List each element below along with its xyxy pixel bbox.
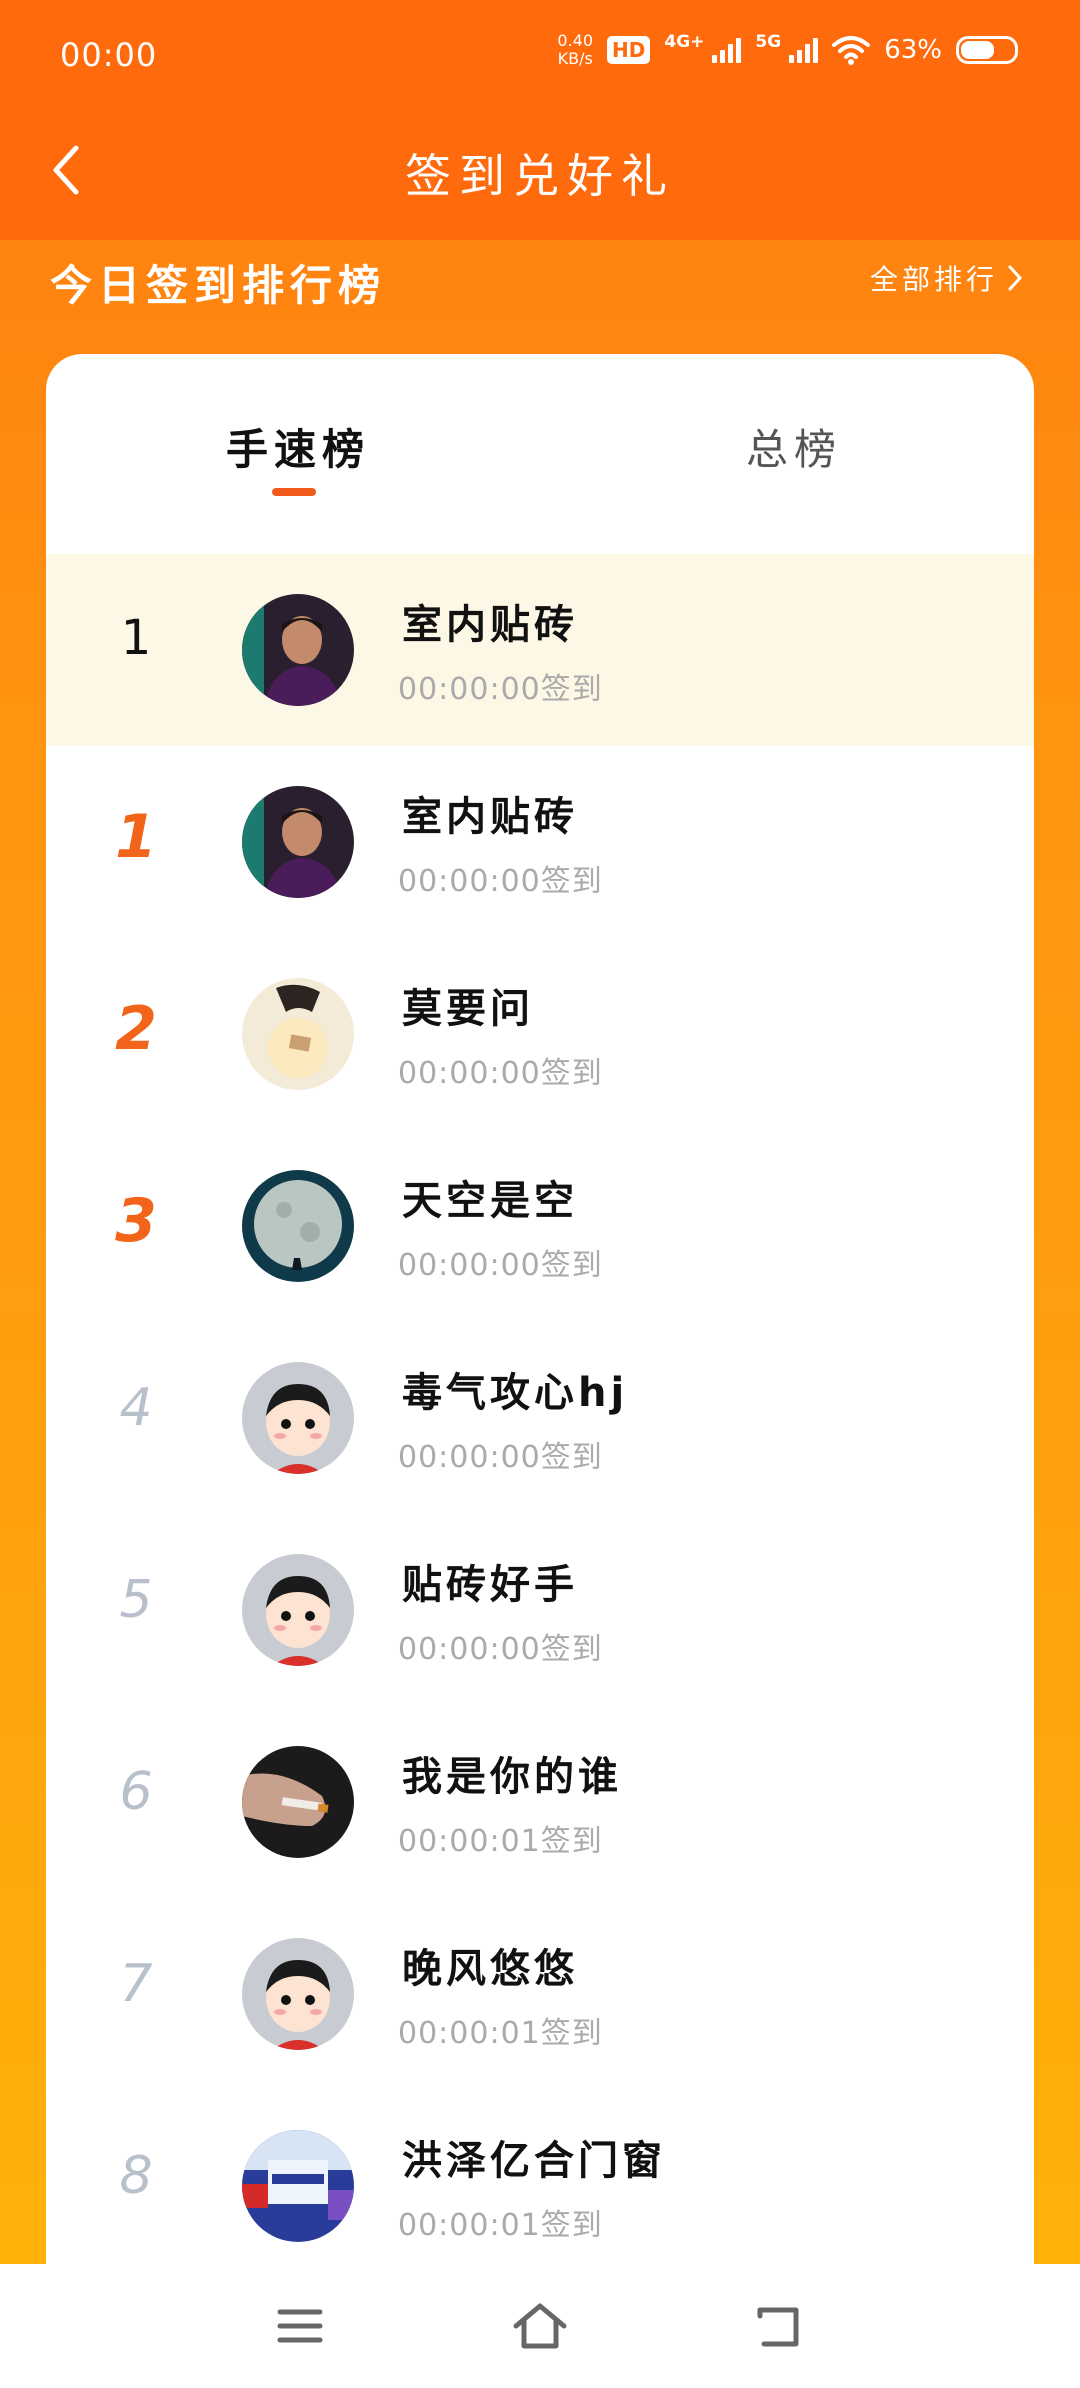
cartoon-kid-avatar bbox=[242, 1554, 354, 1666]
ranking-tabs: 手速榜 总榜 bbox=[46, 354, 1034, 554]
rank-number: 5 bbox=[119, 1570, 153, 1630]
menu-icon[interactable] bbox=[270, 2298, 330, 2354]
table-row[interactable]: 3 天空是空 00:00:00签到 bbox=[46, 1130, 1034, 1322]
back-icon[interactable] bbox=[750, 2298, 810, 2354]
all-ranking-label: 全部排行 bbox=[869, 263, 998, 296]
table-row[interactable]: 7 晚风悠悠 00:00:01签到 bbox=[46, 1898, 1034, 2090]
rank-number: 2 bbox=[96, 994, 186, 1064]
network-speed-unit: KB/s bbox=[557, 49, 593, 68]
man-portrait-avatar bbox=[242, 786, 354, 898]
user-name: 莫要问 bbox=[402, 986, 534, 1032]
page-title: 签到兑好礼 bbox=[405, 149, 675, 203]
network-speed: 0.40 KB/s bbox=[557, 32, 593, 68]
table-row[interactable]: 1 室内贴砖 00:00:00签到 bbox=[46, 746, 1034, 938]
moon-avatar bbox=[242, 1170, 354, 1282]
user-name: 室内贴砖 bbox=[402, 602, 578, 648]
rank-number: 1 bbox=[120, 610, 152, 666]
table-row[interactable]: 8 洪泽亿合门窗 00:00:01签到 bbox=[46, 2090, 1034, 2264]
user-name: 毒气攻心hj bbox=[402, 1370, 629, 1416]
checkin-time: 00:00:00签到 bbox=[398, 1440, 603, 1475]
hand-cigarette-avatar bbox=[242, 1746, 354, 1858]
all-ranking-link[interactable]: 全部排行 bbox=[870, 258, 1024, 298]
system-nav-bar bbox=[0, 2264, 1080, 2388]
ranking-card: 手速榜 总榜 1 室内贴砖 00:00:00签到 1 室内贴砖 00:00:00… bbox=[46, 354, 1034, 2264]
user-name: 室内贴砖 bbox=[402, 794, 578, 840]
cartoon-kid-avatar bbox=[242, 1938, 354, 2050]
user-name: 天空是空 bbox=[402, 1178, 578, 1224]
table-row[interactable]: 6 我是你的谁 00:00:01签到 bbox=[46, 1706, 1034, 1898]
status-bar: 00:00 0.40 KB/s HD 4G+ 5G 63% bbox=[0, 0, 1080, 110]
hd-badge-icon: HD bbox=[607, 36, 651, 64]
rank-number: 4 bbox=[119, 1378, 153, 1438]
checkin-time: 00:00:01签到 bbox=[398, 2208, 603, 2243]
cartoon-kid-avatar bbox=[242, 1362, 354, 1474]
wifi-icon bbox=[832, 36, 871, 65]
user-name: 晚风悠悠 bbox=[402, 1946, 578, 1992]
battery-icon bbox=[956, 36, 1018, 64]
store-sign-avatar bbox=[242, 2130, 354, 2242]
network-speed-value: 0.40 bbox=[557, 31, 594, 50]
status-time: 00:00 bbox=[60, 36, 158, 74]
checkin-time: 00:00:00签到 bbox=[398, 1056, 603, 1091]
tab-speed-ranking[interactable]: 手速榜 bbox=[226, 416, 370, 477]
rank-number: 3 bbox=[96, 1186, 186, 1256]
my-rank-row[interactable]: 1 室内贴砖 00:00:00签到 bbox=[46, 554, 1034, 746]
checkin-time: 00:00:00签到 bbox=[398, 1248, 603, 1283]
signal-bars-icon bbox=[712, 37, 742, 63]
ranking-header: 今日签到排行榜 全部排行 bbox=[0, 240, 1080, 350]
battery-percent: 63% bbox=[884, 35, 942, 65]
rank-number: 8 bbox=[119, 2146, 153, 2206]
table-row[interactable]: 5 贴砖好手 00:00:00签到 bbox=[46, 1514, 1034, 1706]
status-icons: 0.40 KB/s HD 4G+ 5G 63% bbox=[557, 32, 1018, 68]
network-type-4g: 4G+ bbox=[664, 32, 705, 52]
tab-total-ranking[interactable]: 总榜 bbox=[746, 416, 842, 477]
checkin-time: 00:00:01签到 bbox=[398, 2016, 603, 2051]
rank-number: 6 bbox=[119, 1762, 153, 1822]
man-portrait-avatar bbox=[242, 594, 354, 706]
user-name: 我是你的谁 bbox=[402, 1754, 622, 1800]
user-name: 洪泽亿合门窗 bbox=[402, 2138, 666, 2184]
hand-card-avatar bbox=[242, 978, 354, 1090]
rank-number: 7 bbox=[119, 1954, 153, 2014]
active-tab-indicator bbox=[272, 488, 316, 496]
home-icon[interactable] bbox=[510, 2298, 570, 2354]
signal-bars-icon bbox=[789, 37, 819, 63]
checkin-time: 00:00:00签到 bbox=[398, 672, 603, 707]
checkin-time: 00:00:00签到 bbox=[398, 864, 603, 899]
user-name: 贴砖好手 bbox=[402, 1562, 578, 1608]
table-row[interactable]: 2 莫要问 00:00:00签到 bbox=[46, 938, 1034, 1130]
checkin-time: 00:00:01签到 bbox=[398, 1824, 603, 1859]
network-type-5g: 5G bbox=[755, 32, 782, 52]
chevron-right-icon bbox=[1008, 265, 1023, 291]
ranking-title: 今日签到排行榜 bbox=[50, 261, 387, 310]
rank-number: 1 bbox=[96, 802, 186, 872]
table-row[interactable]: 4 毒气攻心hj 00:00:00签到 bbox=[46, 1322, 1034, 1514]
nav-bar: 签到兑好礼 bbox=[0, 110, 1080, 230]
checkin-time: 00:00:00签到 bbox=[398, 1632, 603, 1667]
